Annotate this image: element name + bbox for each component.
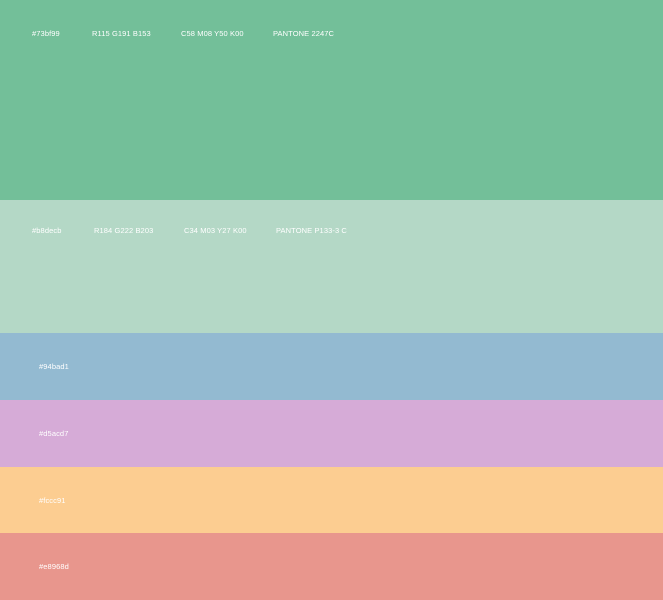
swatch-pantone-label: PANTONE 2247C: [273, 29, 335, 38]
swatch-hex-label: #e8968d: [39, 562, 69, 571]
swatch-lilac: #d5acd7: [0, 400, 663, 467]
swatch-peach: #fccc91: [0, 467, 663, 533]
swatch-coral: #e8968d: [0, 533, 663, 600]
swatch-cmyk-label: C34 M03 Y27 K00: [184, 226, 247, 235]
swatch-green: #73bf99 R115 G191 B153 C58 M08 Y50 K00 P…: [0, 0, 663, 200]
swatch-light-green: #b8decb R184 G222 B203 C34 M03 Y27 K00 P…: [0, 200, 663, 333]
swatch-hex-label: #b8decb: [32, 226, 62, 235]
swatch-hex-label: #94bad1: [39, 362, 69, 371]
swatch-hex-label: #73bf99: [32, 29, 60, 38]
swatch-rgb-label: R115 G191 B153: [92, 29, 151, 38]
swatch-rgb-label: R184 G222 B203: [94, 226, 154, 235]
swatch-blue: #94bad1: [0, 333, 663, 400]
swatch-hex-label: #d5acd7: [39, 429, 69, 438]
swatch-hex-label: #fccc91: [39, 496, 66, 505]
color-palette: #73bf99 R115 G191 B153 C58 M08 Y50 K00 P…: [0, 0, 663, 600]
swatch-cmyk-label: C58 M08 Y50 K00: [181, 29, 244, 38]
swatch-pantone-label: PANTONE P133-3 C: [276, 226, 347, 235]
